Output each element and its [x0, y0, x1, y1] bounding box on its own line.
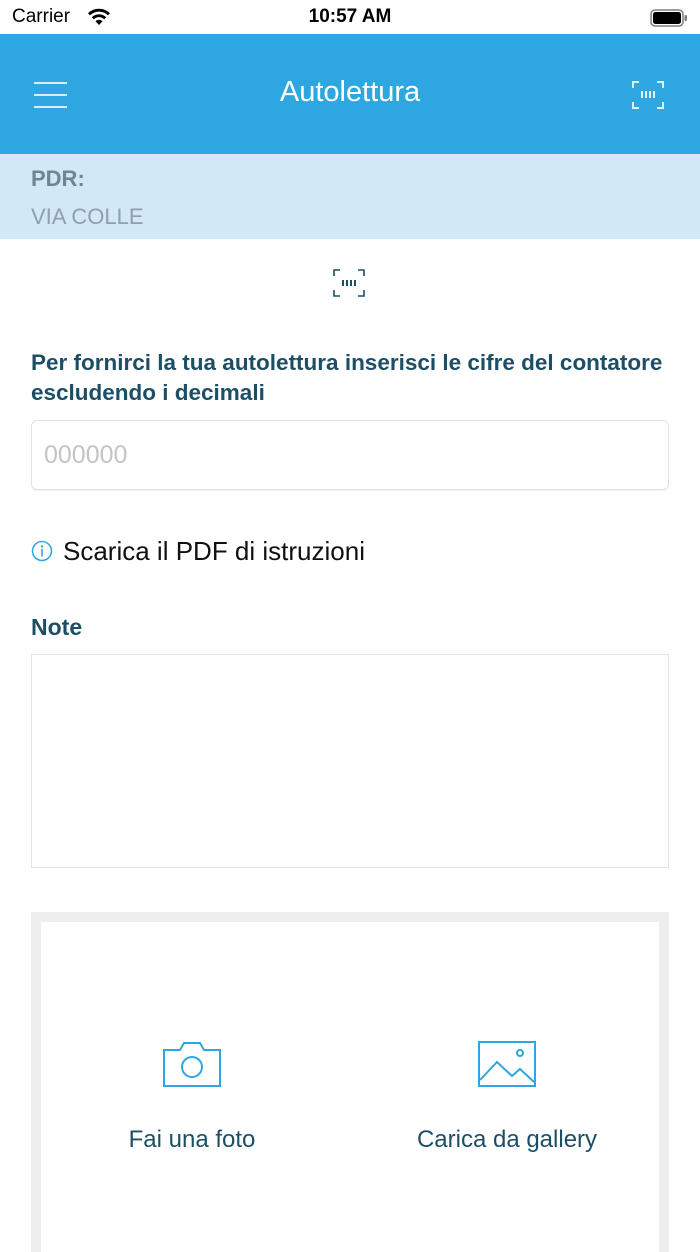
take-photo-label: Fai una foto	[128, 1126, 256, 1153]
meter-info-banner: PDR: VIA COLLE	[0, 154, 700, 239]
photo-upload-panel: Fai una foto Carica da gallery	[31, 912, 669, 1252]
info-icon	[31, 540, 53, 562]
reading-instruction: Per fornirci la tua autolettura inserisc…	[31, 350, 663, 405]
take-photo-button[interactable]: Fai una foto	[42, 1040, 342, 1154]
upload-gallery-button[interactable]: Carica da gallery	[357, 1040, 657, 1154]
pdr-label: PDR:	[31, 166, 85, 191]
note-label: Note	[31, 614, 83, 640]
battery-icon	[650, 9, 687, 27]
clock: 10:57 AM	[308, 6, 392, 27]
download-pdf-label: Scarica il PDF di istruzioni	[63, 536, 365, 566]
barcode-scan-icon[interactable]	[333, 268, 365, 298]
meter-reading-input[interactable]	[31, 420, 669, 490]
navigation-bar: Autolettura	[0, 34, 700, 154]
meter-address: VIA COLLE	[31, 204, 144, 229]
status-bar: Carrier 10:57 AM	[0, 0, 700, 34]
image-icon	[478, 1041, 536, 1087]
note-textarea[interactable]	[31, 654, 669, 868]
page-title: Autolettura	[279, 76, 421, 108]
barcode-scan-icon[interactable]	[632, 80, 664, 110]
camera-icon	[163, 1042, 221, 1087]
upload-gallery-label: Carica da gallery	[416, 1126, 598, 1153]
